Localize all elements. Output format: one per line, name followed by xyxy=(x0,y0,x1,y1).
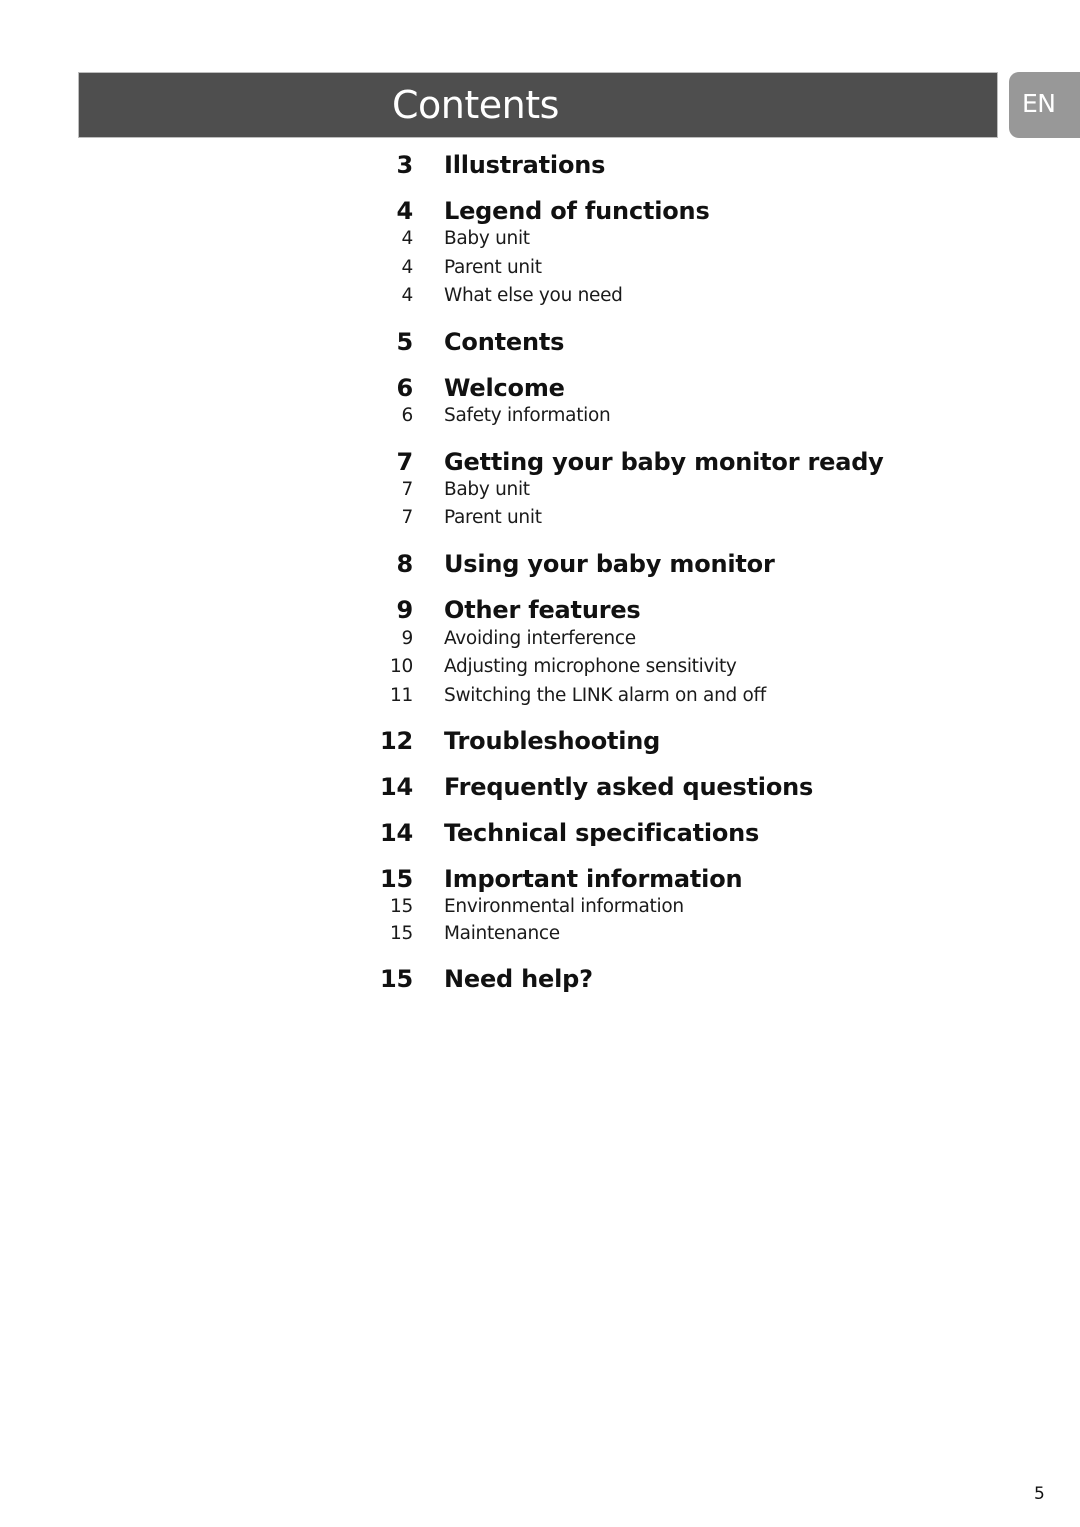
page-title: Contents xyxy=(392,83,559,127)
toc-heading[interactable]: 9 Other features xyxy=(0,595,1080,625)
toc-label: Avoiding interference xyxy=(444,628,636,649)
toc-label: Safety information xyxy=(444,405,611,426)
toc-subitem[interactable]: 4 Baby unit xyxy=(0,227,1080,251)
toc-page-number: 4 xyxy=(396,197,414,225)
toc-label: Frequently asked questions xyxy=(444,773,814,801)
toc-subitem[interactable]: 15 Maintenance xyxy=(0,922,1080,946)
toc-page-number: 6 xyxy=(401,405,414,426)
toc-label: Troubleshooting xyxy=(444,727,661,755)
toc-subitem[interactable]: 4 Parent unit xyxy=(0,256,1080,280)
toc-label: Need help? xyxy=(444,965,593,993)
header-bar: Contents xyxy=(78,72,998,138)
toc-subitem[interactable]: 11 Switching the LINK alarm on and off xyxy=(0,684,1080,708)
toc-label: Technical specifications xyxy=(444,819,760,847)
toc-label: Baby unit xyxy=(444,479,530,500)
toc-page-number: 9 xyxy=(401,628,414,649)
toc-page-number: 8 xyxy=(396,550,414,578)
language-tab: EN xyxy=(1009,72,1080,138)
toc-subitem[interactable]: 7 Baby unit xyxy=(0,478,1080,502)
toc-page-number: 15 xyxy=(390,923,413,944)
toc-heading[interactable]: 15 Need help? xyxy=(0,964,1080,994)
toc-page-number: 14 xyxy=(380,773,413,801)
toc-page-number: 5 xyxy=(396,328,414,356)
toc-label: Switching the LINK alarm on and off xyxy=(444,685,766,706)
toc-label: Illustrations xyxy=(444,151,606,179)
toc-page-number: 4 xyxy=(401,285,414,306)
toc-page-number: 7 xyxy=(396,448,414,476)
page-number: 5 xyxy=(1034,1484,1045,1504)
toc-heading[interactable]: 3 Illustrations xyxy=(0,150,1080,180)
toc-label: What else you need xyxy=(444,285,623,306)
toc-page-number: 15 xyxy=(390,896,413,917)
language-label: EN xyxy=(1022,89,1056,118)
toc-label: Parent unit xyxy=(444,257,542,278)
toc-heading[interactable]: 15 Important information xyxy=(0,864,1080,894)
toc-page-number: 3 xyxy=(396,151,414,179)
toc-label: Environmental information xyxy=(444,896,684,917)
toc-page-number: 15 xyxy=(380,965,413,993)
toc-label: Baby unit xyxy=(444,228,530,249)
toc-label: Parent unit xyxy=(444,507,542,528)
toc-subitem[interactable]: 10 Adjusting microphone sensitivity xyxy=(0,655,1080,679)
toc-heading[interactable]: 14 Technical specifications xyxy=(0,818,1080,848)
toc-heading[interactable]: 7 Getting your baby monitor ready xyxy=(0,447,1080,477)
toc-page-number: 7 xyxy=(401,507,414,528)
toc-subitem[interactable]: 4 What else you need xyxy=(0,284,1080,308)
toc-label: Maintenance xyxy=(444,923,560,944)
toc-page-number: 9 xyxy=(396,596,414,624)
toc-heading[interactable]: 8 Using your baby monitor xyxy=(0,549,1080,579)
toc-heading[interactable]: 12 Troubleshooting xyxy=(0,726,1080,756)
toc-page-number: 6 xyxy=(396,374,414,402)
toc-page-number: 4 xyxy=(401,228,414,249)
toc-label: Legend of functions xyxy=(444,197,710,225)
toc-label: Welcome xyxy=(444,374,565,402)
toc-page-number: 14 xyxy=(380,819,413,847)
toc-page-number: 12 xyxy=(380,727,413,755)
toc-heading[interactable]: 5 Contents xyxy=(0,327,1080,357)
toc-label: Contents xyxy=(444,328,565,356)
toc-subitem[interactable]: 6 Safety information xyxy=(0,404,1080,428)
toc-label: Getting your baby monitor ready xyxy=(444,448,884,476)
toc-heading[interactable]: 14 Frequently asked questions xyxy=(0,772,1080,802)
toc-page-number: 15 xyxy=(380,865,413,893)
toc-label: Important information xyxy=(444,865,743,893)
toc-page-number: 11 xyxy=(390,685,413,706)
toc-heading[interactable]: 4 Legend of functions xyxy=(0,196,1080,226)
toc-page-number: 4 xyxy=(401,257,414,278)
toc-page-number: 10 xyxy=(390,656,413,677)
toc-subitem[interactable]: 9 Avoiding interference xyxy=(0,627,1080,651)
toc-subitem[interactable]: 15 Environmental information xyxy=(0,895,1080,919)
toc-label: Other features xyxy=(444,596,641,624)
toc-label: Using your baby monitor xyxy=(444,550,775,578)
toc-heading[interactable]: 6 Welcome xyxy=(0,373,1080,403)
toc-page-number: 7 xyxy=(401,479,414,500)
toc-subitem[interactable]: 7 Parent unit xyxy=(0,506,1080,530)
toc-label: Adjusting microphone sensitivity xyxy=(444,656,737,677)
